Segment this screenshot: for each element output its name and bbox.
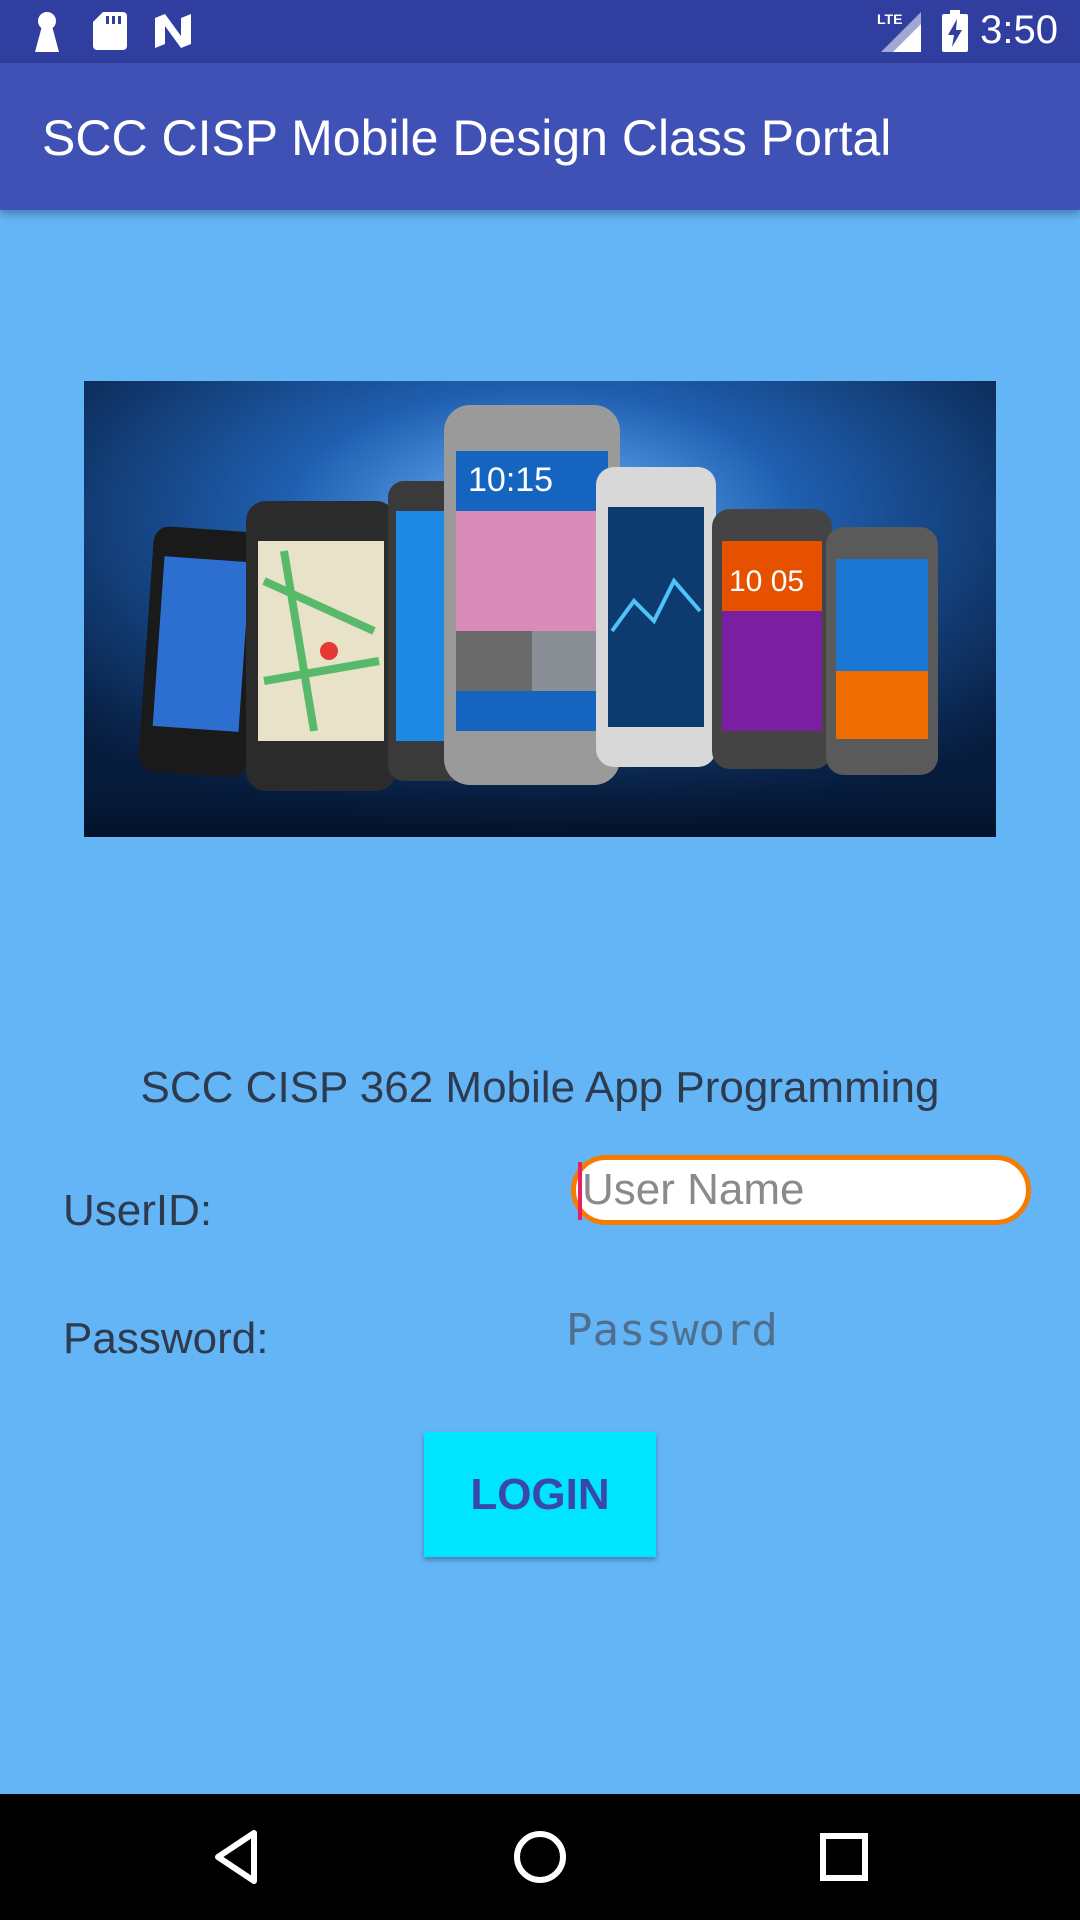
home-icon[interactable] xyxy=(510,1827,570,1887)
battery-charging-icon xyxy=(942,10,968,52)
n-logo-icon xyxy=(155,14,191,48)
status-bar: LTE 3:50 xyxy=(0,0,1080,63)
sd-card-icon xyxy=(93,12,127,50)
navigation-bar xyxy=(0,1794,1080,1920)
app-bar: SCC CISP Mobile Design Class Portal xyxy=(0,63,1080,210)
status-time: 3:50 xyxy=(980,8,1058,52)
password-input[interactable] xyxy=(566,1300,1006,1360)
smartphones-banner-image: 10:15 10 05 xyxy=(84,381,996,837)
svg-text:10:15: 10:15 xyxy=(468,461,553,499)
userid-label: UserID: xyxy=(63,1186,213,1235)
back-icon[interactable] xyxy=(206,1827,266,1887)
svg-text:LTE: LTE xyxy=(877,11,902,27)
keyhole-icon xyxy=(35,12,59,52)
svg-text:10 05: 10 05 xyxy=(729,565,804,598)
lte-signal-icon: LTE xyxy=(877,11,921,52)
text-cursor xyxy=(578,1162,582,1220)
username-input[interactable] xyxy=(571,1155,1031,1225)
course-subtitle: SCC CISP 362 Mobile App Programming xyxy=(140,1063,940,1112)
login-button[interactable]: LOGIN xyxy=(424,1432,656,1557)
recents-icon[interactable] xyxy=(814,1827,874,1887)
password-label: Password: xyxy=(63,1314,269,1363)
app-title: SCC CISP Mobile Design Class Portal xyxy=(42,110,892,166)
